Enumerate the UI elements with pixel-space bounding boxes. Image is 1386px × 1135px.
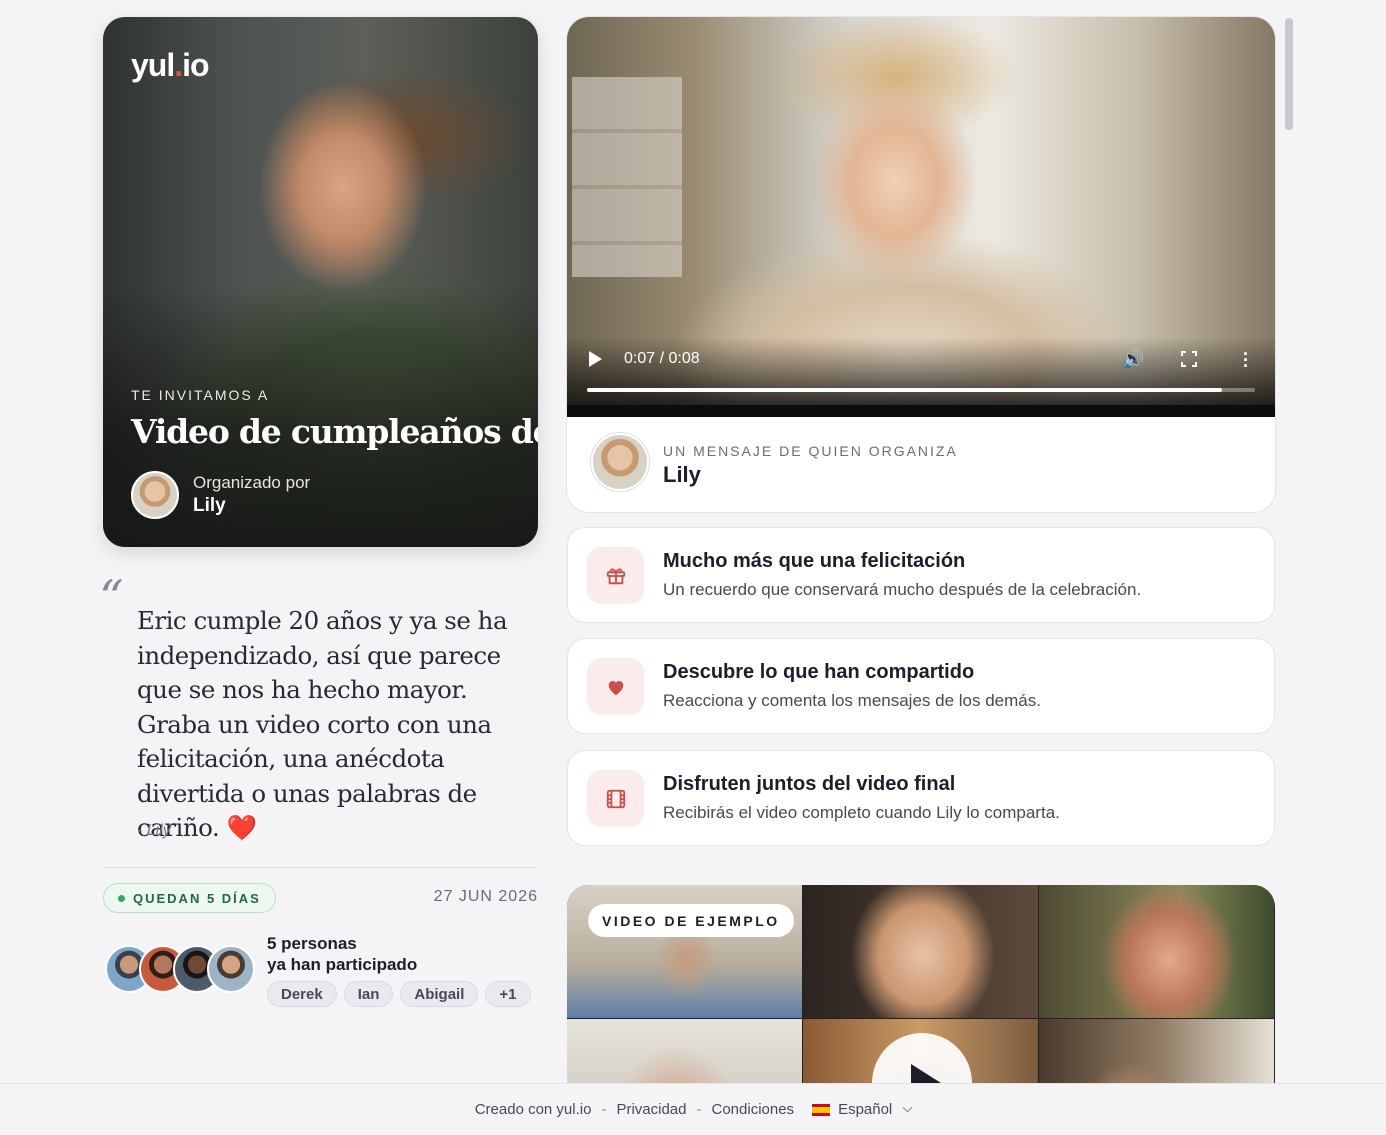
feature-description: Recibirás el video completo cuando Lily …	[663, 803, 1060, 822]
organizer-video[interactable]: 0:07 / 0:08 🔊 · · ·	[567, 17, 1275, 417]
privacy-link[interactable]: Privacidad	[616, 1101, 686, 1118]
participant-chip: Derek	[267, 981, 337, 1007]
organizer-video-card: 0:07 / 0:08 🔊 · · · UN MENSAJE DE QUIEN OR…	[567, 17, 1275, 512]
organizer-name: Lily	[663, 462, 701, 487]
deadline-date: 27 JUN 2026	[433, 888, 538, 905]
feature-title: Disfruten juntos del video final	[663, 773, 956, 795]
participant-chip: Ian	[343, 981, 394, 1007]
participant-chip: Abigail	[400, 981, 479, 1007]
video-progress-fill	[587, 388, 1222, 392]
feature-description: Reacciona y comenta los mensajes de los …	[663, 691, 1041, 710]
divider	[103, 867, 538, 868]
language-selector[interactable]: Español	[812, 1101, 913, 1118]
footer-separator: -	[601, 1101, 607, 1118]
feature-card-gift: Mucho más que una felicitación Un recuer…	[567, 527, 1275, 623]
play-icon[interactable]	[589, 351, 602, 367]
organized-by-label: Organizado por	[193, 473, 311, 492]
heart-emoji: ❤️	[226, 813, 258, 842]
video-bottom-strip	[567, 405, 1275, 417]
example-video-tile	[1039, 885, 1274, 1018]
participant-avatars	[105, 945, 255, 993]
hero-kicker: TE INVITAMOS A	[131, 387, 270, 403]
feature-description: Un recuerdo que conservará mucho después…	[663, 580, 1142, 599]
hero-title: Video de cumpleaños de Eric	[131, 412, 538, 451]
organizer-message-row: UN MENSAJE DE QUIEN ORGANIZA Lily	[567, 417, 1275, 512]
heart-icon	[587, 658, 644, 715]
days-left-badge: QUEDAN 5 DÍAS	[103, 883, 276, 913]
feature-card-film: Disfruten juntos del video final Recibir…	[567, 750, 1275, 846]
quote-mark-icon: “	[99, 570, 124, 626]
video-progress-bar[interactable]	[587, 388, 1255, 392]
participants-count: 5 personas ya han participado	[267, 934, 418, 974]
status-dot-icon	[118, 894, 125, 902]
language-label: Español	[838, 1101, 893, 1118]
invitation-hero-card: yul.io TE INVITAMOS A Video de cumpleaño…	[103, 17, 538, 547]
chevron-down-icon	[902, 1102, 913, 1113]
volume-icon[interactable]: 🔊	[1122, 349, 1144, 370]
footer: Creado con yul.io - Privacidad - Condici…	[0, 1083, 1386, 1135]
yulio-logo[interactable]: yul.io	[131, 47, 210, 84]
feature-title: Mucho más que una felicitación	[663, 550, 966, 572]
invitation-message: Eric cumple 20 años y ya se ha independi…	[137, 606, 508, 842]
film-icon	[587, 770, 644, 827]
terms-link[interactable]: Condiciones	[712, 1101, 795, 1118]
organizer-avatar	[591, 433, 649, 491]
feature-title: Descubre lo que han compartido	[663, 661, 975, 683]
more-options-icon[interactable]: · · ·	[1243, 345, 1249, 375]
quote-author: - Lily	[137, 822, 171, 839]
participant-chips: Derek Ian Abigail +1	[267, 981, 531, 1007]
created-with-link[interactable]: Creado con yul.io	[475, 1101, 592, 1118]
example-video-tile	[803, 885, 1038, 1018]
video-time: 0:07 / 0:08	[624, 350, 700, 367]
spain-flag-icon	[812, 1104, 831, 1117]
scrollbar[interactable]	[1285, 18, 1293, 130]
more-participants-chip[interactable]: +1	[485, 981, 531, 1007]
video-background	[572, 77, 682, 277]
gift-icon	[587, 547, 644, 604]
organizer-kicker: UN MENSAJE DE QUIEN ORGANIZA	[663, 443, 958, 459]
organizer-name: Lily	[193, 495, 226, 516]
feature-card-heart: Descubre lo que han compartido Reacciona…	[567, 638, 1275, 734]
organizer-avatar	[131, 471, 179, 519]
example-video-badge: VIDEO DE EJEMPLO	[588, 904, 794, 937]
avatar	[207, 945, 255, 993]
hero-organizer: Organizado por Lily	[131, 471, 310, 519]
fullscreen-icon[interactable]	[1181, 351, 1197, 367]
footer-separator: -	[696, 1101, 702, 1118]
